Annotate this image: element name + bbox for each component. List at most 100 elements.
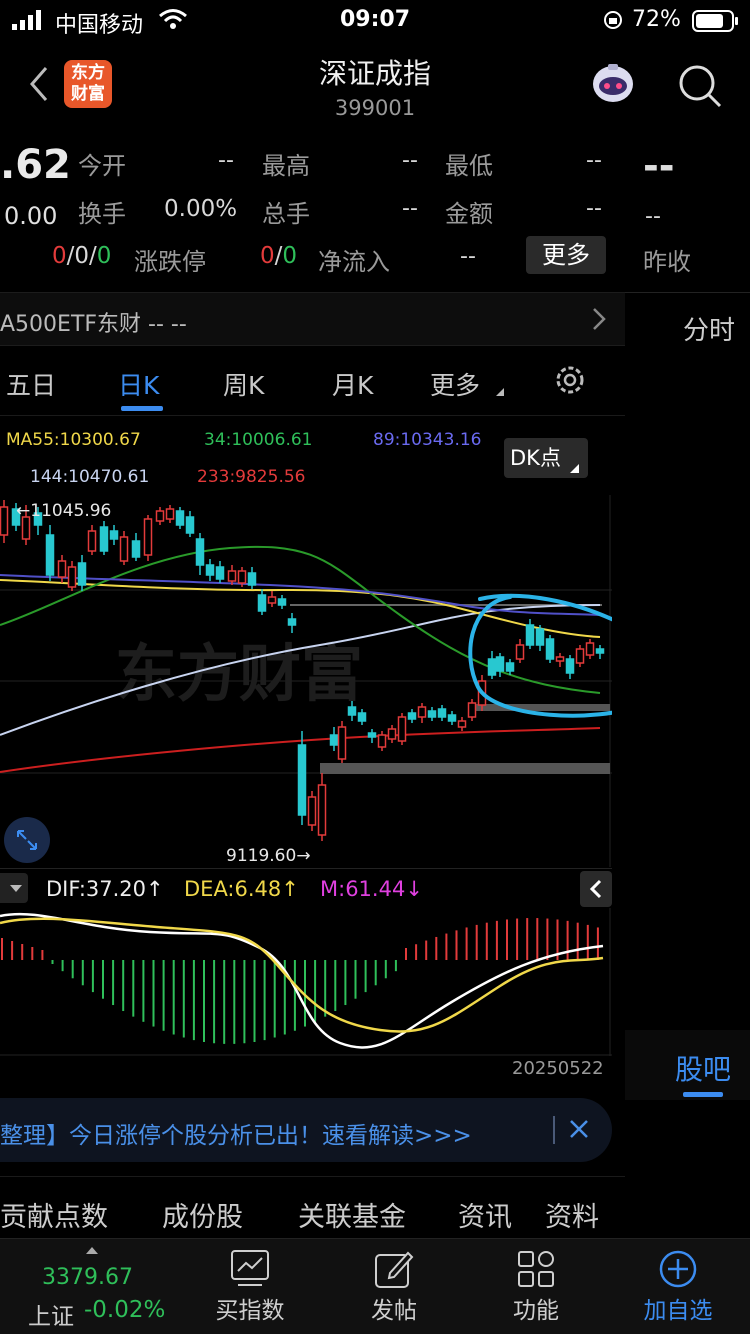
more-quote-button[interactable]: 更多 <box>526 236 606 274</box>
candle-body <box>0 506 9 536</box>
fullscreen-button[interactable] <box>4 817 50 863</box>
open-value: -- <box>218 148 234 173</box>
candle-body <box>109 530 119 540</box>
clock: 09:07 <box>340 7 411 32</box>
tab-contribution[interactable]: 贡献点数 <box>0 1195 108 1234</box>
tab-five-day[interactable]: 五日 <box>6 366 56 402</box>
related-etf-row[interactable]: A500ETF东财 -- -- <box>0 292 625 346</box>
candle-body <box>575 648 585 664</box>
volume-label: 总手 <box>262 200 310 228</box>
limit-counts: 0/0/0 <box>52 243 111 269</box>
index-name: 上证 <box>28 1304 74 1330</box>
limit-flat-count: 0 <box>74 243 90 269</box>
kline-chart[interactable]: 东方财富 ←11045.96 9119.60→ <box>0 495 666 867</box>
tab-more[interactable]: 更多 <box>430 366 480 402</box>
candle-body <box>131 540 141 558</box>
etf-text: A500ETF东财 -- -- <box>0 312 187 337</box>
kline-svg: 东方财富 ←11045.96 9119.60→ <box>0 495 666 867</box>
tab-constituents[interactable]: 成份股 <box>162 1195 243 1234</box>
macd-chart[interactable] <box>0 908 612 1056</box>
candle-body <box>195 538 205 566</box>
close-icon[interactable] <box>568 1118 590 1144</box>
candle-body <box>297 744 307 816</box>
dif-value: DIF:37.20 <box>46 877 147 901</box>
candle-body <box>307 796 317 826</box>
nav-buy-index[interactable]: 买指数 <box>190 1239 310 1334</box>
ma89-legend: 89:10343.16 <box>373 430 482 450</box>
status-bar: 中国移动 09:07 72% <box>0 0 750 40</box>
candle-body <box>495 656 505 672</box>
nav-label: 买指数 <box>215 1298 285 1324</box>
search-icon[interactable] <box>678 64 722 112</box>
candle-body <box>287 618 297 626</box>
nav-functions[interactable]: 功能 <box>476 1239 596 1334</box>
more-caret-icon <box>496 388 504 396</box>
candle-body <box>585 642 595 656</box>
indicator-switch[interactable] <box>0 873 28 903</box>
candle-body <box>337 726 347 760</box>
active-tab-indicator <box>121 406 163 411</box>
section-tabs: 贡献点数 成份股 关联基金 资讯 资料 <box>0 1176 625 1236</box>
candle-body <box>329 734 339 746</box>
price-value: .62 <box>0 142 71 188</box>
tab-related-funds[interactable]: 关联基金 <box>298 1195 406 1234</box>
caret-up-icon <box>86 1247 98 1254</box>
market-index-ticker[interactable]: 3379.67 上证 -0.02% <box>20 1239 170 1334</box>
candle-body <box>277 598 287 606</box>
dk-point-label: DK点 <box>510 446 561 470</box>
nav-label: 功能 <box>513 1298 559 1324</box>
banner-divider <box>553 1116 555 1144</box>
date-label: 20250522 <box>512 1058 604 1079</box>
nav-label: 发帖 <box>371 1298 417 1324</box>
tab-profile[interactable]: 资料 <box>545 1195 599 1234</box>
wifi-icon <box>158 8 188 36</box>
candle-body <box>407 712 417 720</box>
dea-value: DEA:6.48 <box>184 877 282 901</box>
dif-line <box>0 912 604 1049</box>
nav-add-watchlist[interactable]: 加自选 <box>618 1239 738 1334</box>
nav-post[interactable]: 发帖 <box>334 1239 454 1334</box>
divider <box>625 292 750 293</box>
gear-icon[interactable] <box>552 362 588 402</box>
period-tabs: 五日 日K 周K 月K 更多 <box>0 348 625 416</box>
add-circle-icon <box>659 1250 697 1288</box>
ma144-legend: 144:10470.61 <box>30 467 150 487</box>
index-change: -0.02% <box>84 1297 166 1323</box>
collapse-button[interactable] <box>580 871 612 907</box>
tab-day-k[interactable]: 日K <box>118 366 159 402</box>
prev-close-label: 昨收 <box>643 248 691 276</box>
tab-fenshi[interactable]: 分时 <box>683 310 735 347</box>
nav-label: 加自选 <box>643 1298 713 1324</box>
robot-assistant-icon[interactable] <box>588 62 638 112</box>
watermark: 东方财富 <box>115 637 363 710</box>
low-marker: 9119.60→ <box>226 846 311 866</box>
turnover-value: 0.00% <box>164 196 238 222</box>
banner-text: 整理】今日涨停个股分析已出！速看解读>>> <box>0 1123 472 1149</box>
low-label: 最低 <box>445 152 493 180</box>
tab-month-k[interactable]: 月K <box>332 366 373 402</box>
dif-legend: DIF:37.20↑ <box>46 877 164 901</box>
tab-news[interactable]: 资讯 <box>458 1195 512 1234</box>
tab-week-k[interactable]: 周K <box>223 366 264 402</box>
candle-body <box>257 594 267 612</box>
right-change: -- <box>645 204 661 229</box>
candle-body <box>143 518 153 556</box>
open-label: 今开 <box>78 152 126 180</box>
right-panel: -- -- 昨收 分时 股吧 <box>625 130 750 1238</box>
tab-guba[interactable]: 股吧 <box>675 1048 731 1088</box>
support-zone <box>320 763 610 774</box>
candle-body <box>165 508 175 520</box>
right-price: -- <box>643 144 675 188</box>
candle-body <box>247 572 257 586</box>
nav-header: 东方 财富 深证成指 399001 <box>0 40 750 130</box>
dea-legend: DEA:6.48↑ <box>184 877 299 901</box>
candle-body <box>87 530 97 552</box>
ma55-legend: MA55:10300.67 <box>6 430 141 450</box>
chart-icon <box>231 1250 269 1286</box>
battery-icon <box>692 10 740 38</box>
candle-body <box>57 560 67 578</box>
candle-body <box>535 628 545 646</box>
candle-body <box>317 784 327 836</box>
news-banner[interactable]: 整理】今日涨停个股分析已出！速看解读>>> <box>0 1098 612 1162</box>
candle-body <box>175 510 185 526</box>
